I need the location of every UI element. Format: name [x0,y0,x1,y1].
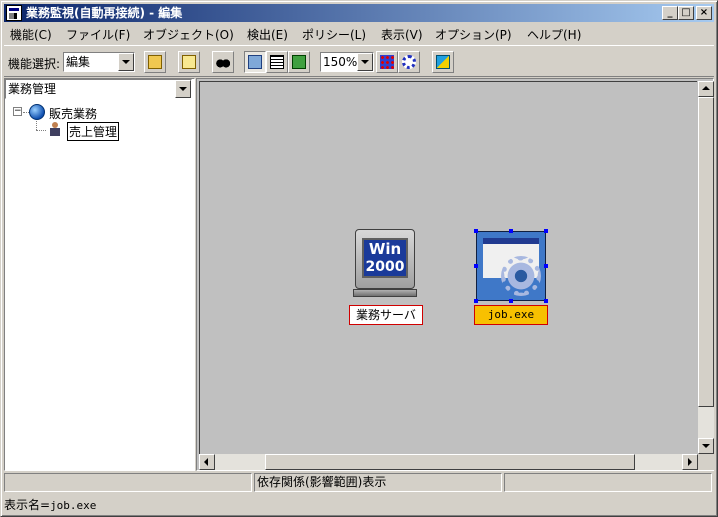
minimize-button[interactable]: _ [662,6,678,20]
menu-policy[interactable]: ポリシー(L) [302,26,366,43]
job-node-label[interactable]: job.exe [474,305,548,325]
selection-handle[interactable] [544,264,548,268]
app-icon[interactable] [6,5,22,21]
menu-bar: 機能(C) ファイル(F) オブジェクト(O) 検出(E) ポリシー(L) 表示… [4,23,714,43]
globe-icon [29,104,45,120]
map-view-icon [248,55,262,69]
function-select-value: 編集 [66,55,91,69]
tree-item-child[interactable]: 売上管理 [67,122,120,141]
status-panel-mode: 依存関係(影響範囲)表示 [254,473,502,492]
tree-collapse-toggle[interactable]: − [13,107,22,116]
selection-handle[interactable] [509,299,513,303]
zoom-select[interactable]: 150% [320,52,374,72]
server-screen: Win 2000 [362,238,408,278]
menu-file[interactable]: ファイル(F) [66,26,130,43]
tree-category-value: 業務管理 [8,82,57,96]
selection-handle[interactable] [544,229,548,233]
export-button[interactable] [288,51,310,73]
function-select-label: 機能選択: [8,57,61,71]
status-panel-right [504,473,712,492]
map-view-button[interactable] [244,51,266,73]
close-button[interactable]: × [696,6,712,20]
canvas-area[interactable] [199,81,697,454]
zoom-select-value: 150% [323,55,358,69]
toolbar: 機能選択: 編集 150% [4,45,714,77]
scroll-up-button[interactable] [698,81,714,97]
map-canvas[interactable]: Win 2000 業務サーバ job.exe [196,78,714,471]
open-icon [148,55,162,69]
function-select[interactable]: 編集 [63,52,135,72]
chevron-down-icon[interactable] [175,80,191,98]
window-title: 業務監視(自動再接続) - 編集 [26,6,183,20]
list-view-button[interactable] [266,51,288,73]
search-button[interactable] [212,51,234,73]
gear-icon [501,256,541,296]
list-view-icon [270,55,284,69]
menu-help[interactable]: ヘルプ(H) [527,26,581,43]
grid-icon [380,55,394,69]
circle-layout-icon [402,55,416,69]
open-button[interactable] [144,51,166,73]
menu-options[interactable]: オプション(P) [435,26,512,43]
horizontal-scrollbar[interactable] [199,454,698,470]
display-name-label: 表示名= [4,498,51,512]
tree-connector [36,121,37,130]
selection-handle[interactable] [544,299,548,303]
menu-detect[interactable]: 検出(E) [247,26,288,43]
circle-layout-button[interactable] [398,51,420,73]
app-window: 業務監視(自動再接続) - 編集 _ □ × 機能(C) ファイル(F) オブジ… [0,0,718,517]
server-screen-line2: 2000 [365,259,405,275]
monitor-icon: Win 2000 [355,229,415,289]
up-folder-icon [182,55,196,69]
grid-button[interactable] [376,51,398,73]
selection-handle[interactable] [509,229,513,233]
export-icon [292,55,306,69]
search-binoculars-icon [216,55,230,69]
scroll-left-button[interactable] [199,454,215,470]
display-name-footer: 表示名=job.exe [4,496,96,513]
up-folder-button[interactable] [178,51,200,73]
server-screen-line1: Win [368,240,402,258]
server-node-label[interactable]: 業務サーバ [349,305,423,325]
tree-pane: 業務管理 − 販売業務 売上管理 [4,78,195,471]
job-node[interactable] [476,231,546,301]
monitor-base [353,289,417,297]
tree-item-root[interactable]: 販売業務 [49,105,97,122]
menu-view[interactable]: 表示(V) [381,26,423,43]
maximize-button[interactable]: □ [678,6,694,20]
horizontal-scroll-thumb[interactable] [265,454,635,470]
vertical-scrollbar[interactable] [698,81,714,454]
user-task-icon [47,121,63,137]
chevron-down-icon[interactable] [357,53,373,71]
selection-handle[interactable] [474,229,478,233]
scroll-right-button[interactable] [682,454,698,470]
title-bar[interactable]: 業務監視(自動再接続) - 編集 _ □ × [4,4,714,22]
menu-function[interactable]: 機能(C) [10,26,52,43]
display-name-value: job.exe [50,499,97,512]
server-node[interactable]: Win 2000 [351,229,417,301]
selection-handle[interactable] [474,264,478,268]
scrollbar-corner [698,454,714,470]
refresh-button[interactable] [432,51,454,73]
status-panel-left [4,473,252,492]
tree-category-select[interactable]: 業務管理 [5,79,192,99]
tree-connector [36,130,46,131]
vertical-scroll-thumb[interactable] [698,97,714,407]
selection-handle[interactable] [474,299,478,303]
scroll-down-button[interactable] [698,438,714,454]
status-bar: 依存関係(影響範囲)表示 [4,472,714,494]
menu-object[interactable]: オブジェクト(O) [143,26,234,43]
chevron-down-icon[interactable] [118,53,134,71]
refresh-arrow-icon [436,55,450,69]
